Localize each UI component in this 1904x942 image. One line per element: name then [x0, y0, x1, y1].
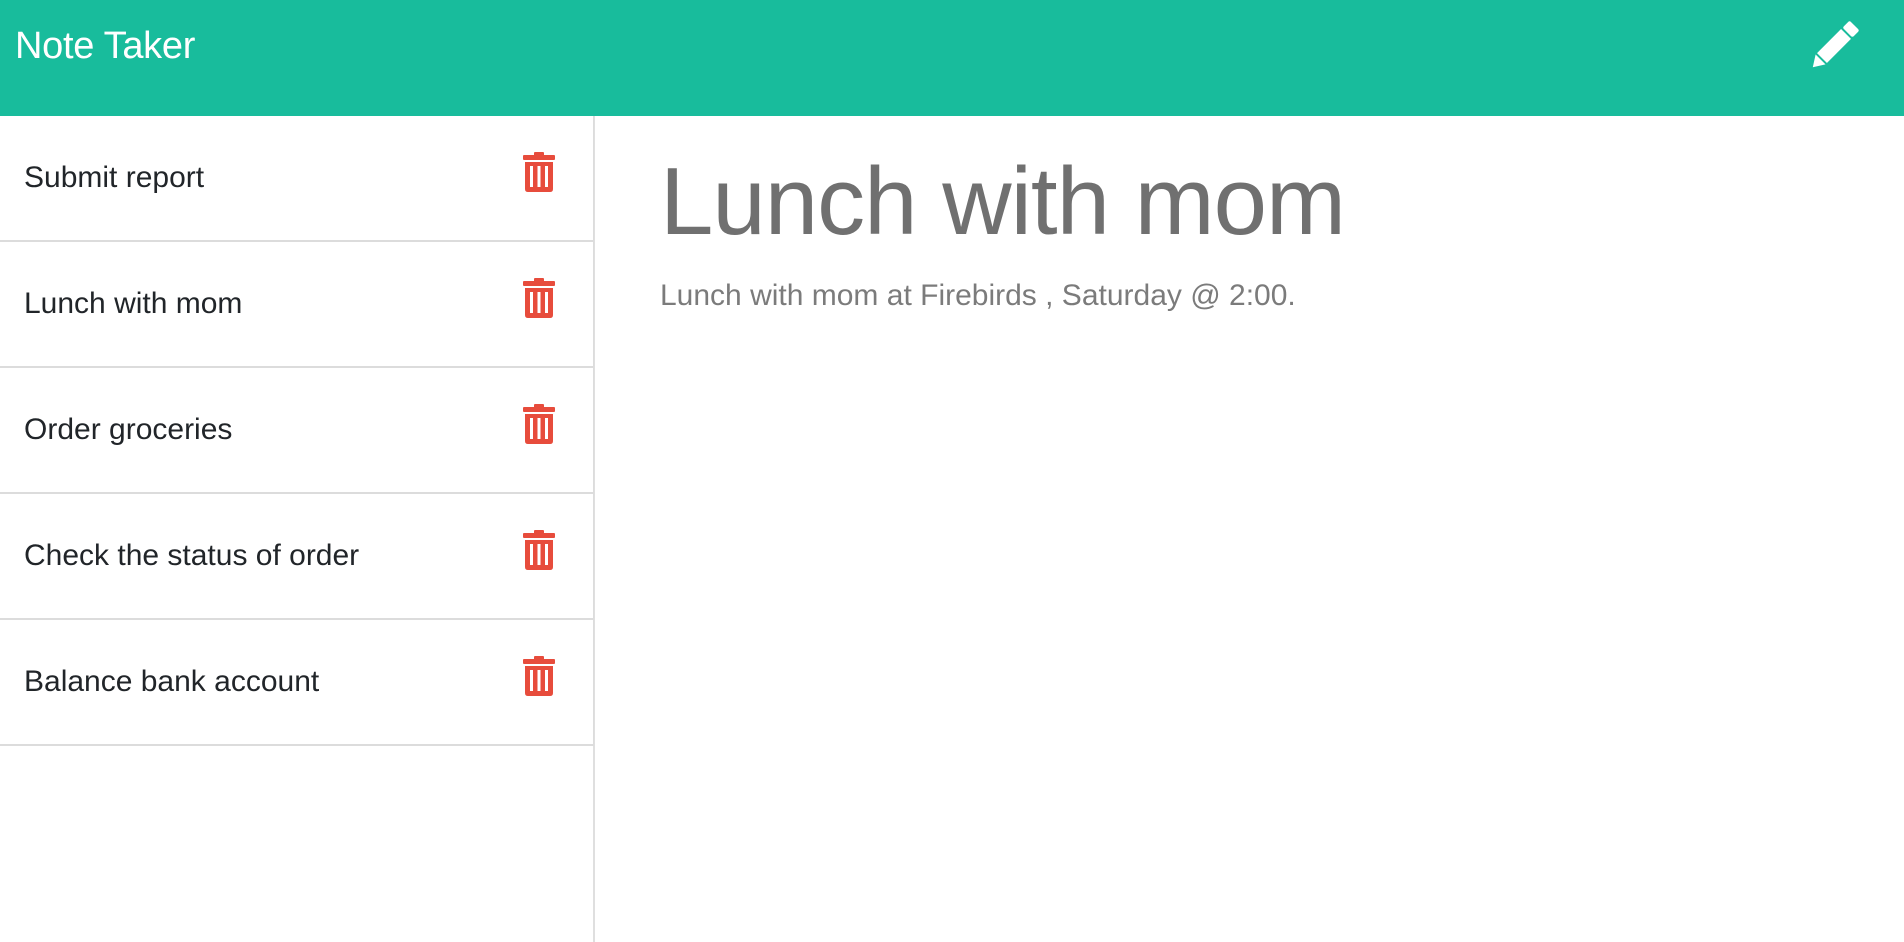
note-list: Submit report Lunch with mom Order groce… [0, 116, 594, 746]
delete-note-button[interactable] [522, 278, 556, 318]
note-text-field[interactable]: Lunch with mom at Firebirds , Saturday @… [660, 276, 1296, 316]
note-list-item[interactable]: Balance bank account [0, 618, 593, 744]
delete-note-button[interactable] [522, 656, 556, 696]
trash-icon [523, 152, 555, 192]
note-list-item-title[interactable]: Lunch with mom [24, 284, 242, 324]
trash-icon [523, 278, 555, 318]
note-editor: Lunch with mom Lunch with mom at Firebir… [596, 116, 1904, 942]
note-title-field[interactable]: Lunch with mom [660, 142, 1346, 262]
note-list-item[interactable]: Check the status of order [0, 492, 593, 618]
note-list-item-title[interactable]: Submit report [24, 158, 204, 198]
app-title[interactable]: Note Taker [15, 22, 195, 70]
pencil-icon [1812, 21, 1859, 68]
note-list-item[interactable]: Submit report [0, 116, 593, 240]
note-list-item-title[interactable]: Balance bank account [24, 662, 319, 702]
navbar: Note Taker [0, 0, 1904, 116]
trash-icon [523, 404, 555, 444]
note-list-item[interactable]: Order groceries [0, 366, 593, 492]
delete-note-button[interactable] [522, 530, 556, 570]
new-note-button[interactable] [1804, 16, 1864, 76]
sidebar: Submit report Lunch with mom Order groce… [0, 116, 595, 942]
note-list-item[interactable]: Lunch with mom [0, 240, 593, 366]
note-list-item-title[interactable]: Order groceries [24, 410, 232, 450]
note-list-item-title[interactable]: Check the status of order [24, 536, 359, 576]
trash-icon [523, 656, 555, 696]
trash-icon [523, 530, 555, 570]
delete-note-button[interactable] [522, 404, 556, 444]
delete-note-button[interactable] [522, 152, 556, 192]
